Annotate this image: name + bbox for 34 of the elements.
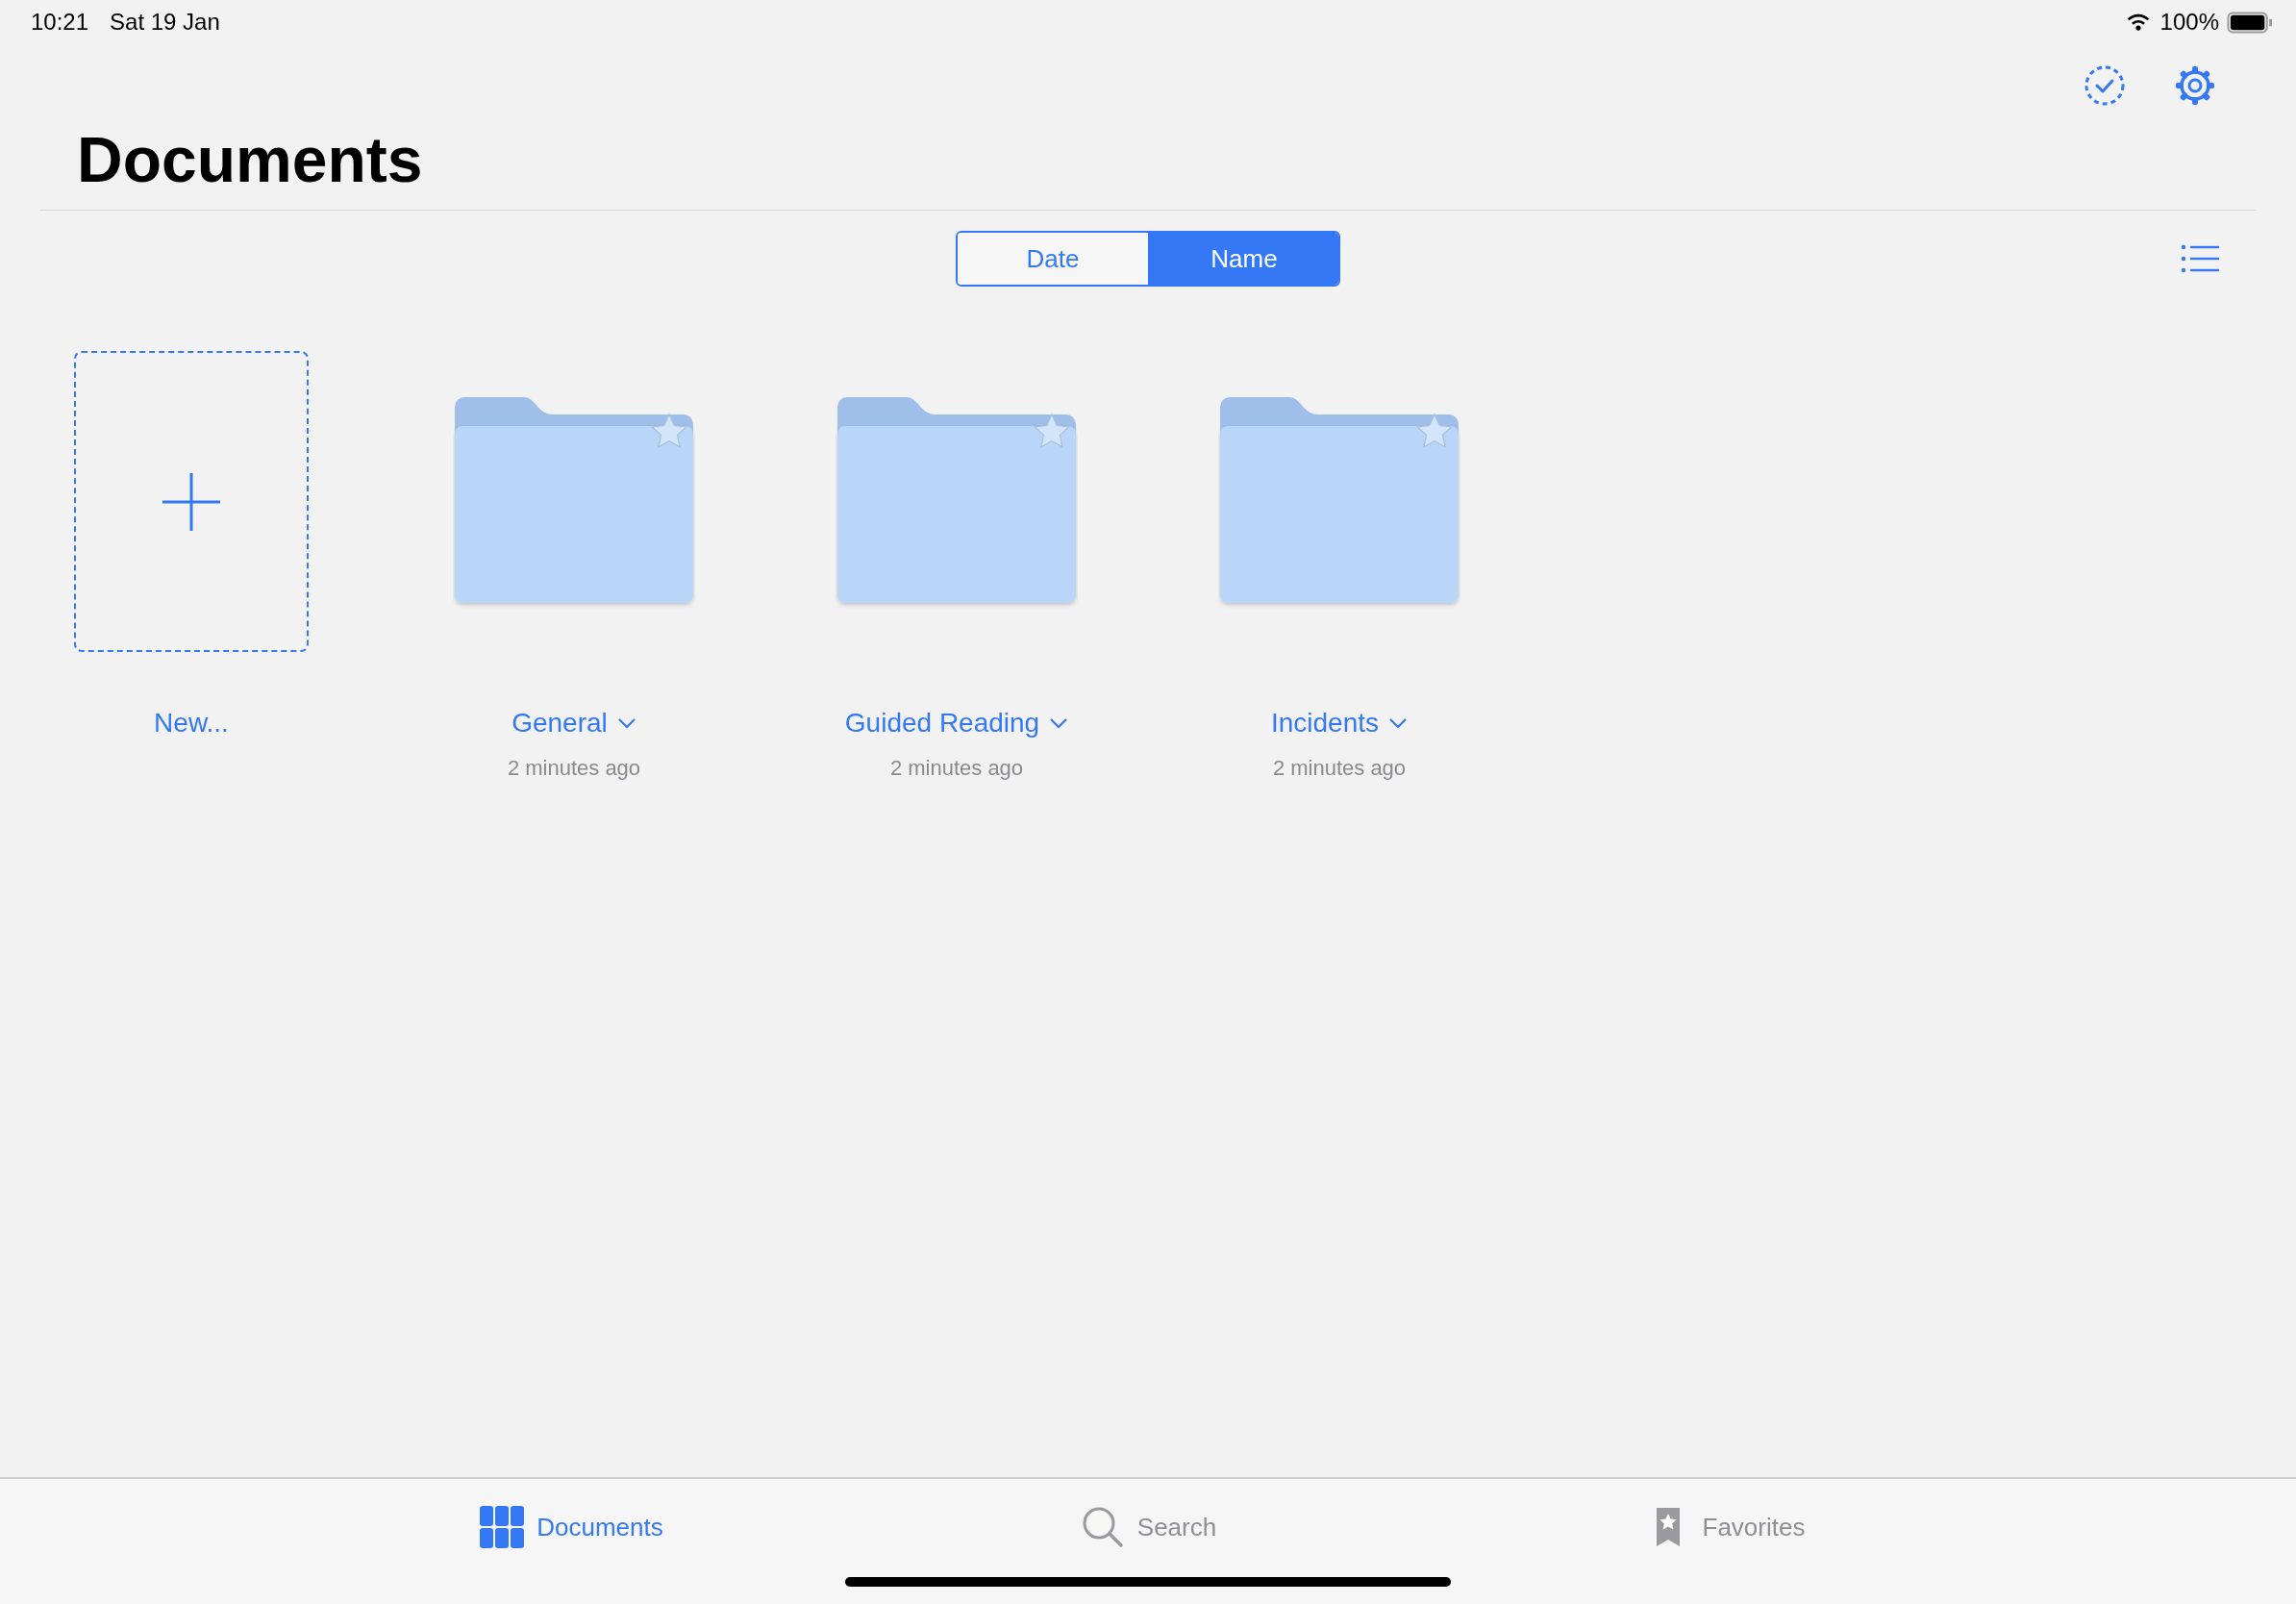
sort-segment[interactable]: Name xyxy=(1148,233,1338,285)
new-document-label[interactable]: New... xyxy=(154,706,229,740)
tab-bar-item[interactable]: Favorites xyxy=(1436,1504,2013,1550)
battery-percent: 100% xyxy=(2159,9,2219,36)
plus-icon xyxy=(162,471,221,532)
wifi-icon xyxy=(2125,13,2151,32)
home-indicator[interactable] xyxy=(845,1577,1451,1587)
status-date: Sat 19 Jan xyxy=(110,9,221,36)
chevron-down-icon[interactable] xyxy=(1388,717,1409,729)
chevron-down-icon[interactable] xyxy=(1049,717,1069,729)
list-view-icon[interactable] xyxy=(2181,243,2219,274)
grid-icon xyxy=(479,1504,526,1550)
tab-label: Search xyxy=(1136,1512,1217,1542)
star-icon[interactable] xyxy=(1415,413,1454,451)
settings-icon[interactable] xyxy=(2173,63,2217,108)
battery-icon xyxy=(2227,11,2273,34)
modified-time: 2 minutes ago xyxy=(1272,756,1407,781)
star-icon[interactable] xyxy=(1033,413,1071,451)
status-time: 10:21 xyxy=(31,9,89,36)
tab-bar-item[interactable]: Search xyxy=(860,1504,1436,1550)
folder-name[interactable]: Guided Reading xyxy=(844,706,1040,740)
new-document-card[interactable] xyxy=(74,351,309,652)
tab-label: Favorites xyxy=(1702,1512,1806,1542)
star-icon[interactable] xyxy=(650,413,688,451)
tab-bar-item[interactable]: Documents xyxy=(283,1504,860,1550)
select-check-icon[interactable] xyxy=(2083,63,2127,108)
page-title: Documents xyxy=(76,123,424,197)
chevron-down-icon[interactable] xyxy=(616,717,636,729)
folder-name[interactable]: General xyxy=(512,706,608,740)
folder-name[interactable]: Incidents xyxy=(1270,706,1380,740)
tab-label: Documents xyxy=(537,1512,663,1542)
modified-time: 2 minutes ago xyxy=(507,756,641,781)
sort-segment[interactable]: Date xyxy=(958,233,1148,285)
modified-time: 2 minutes ago xyxy=(889,756,1024,781)
